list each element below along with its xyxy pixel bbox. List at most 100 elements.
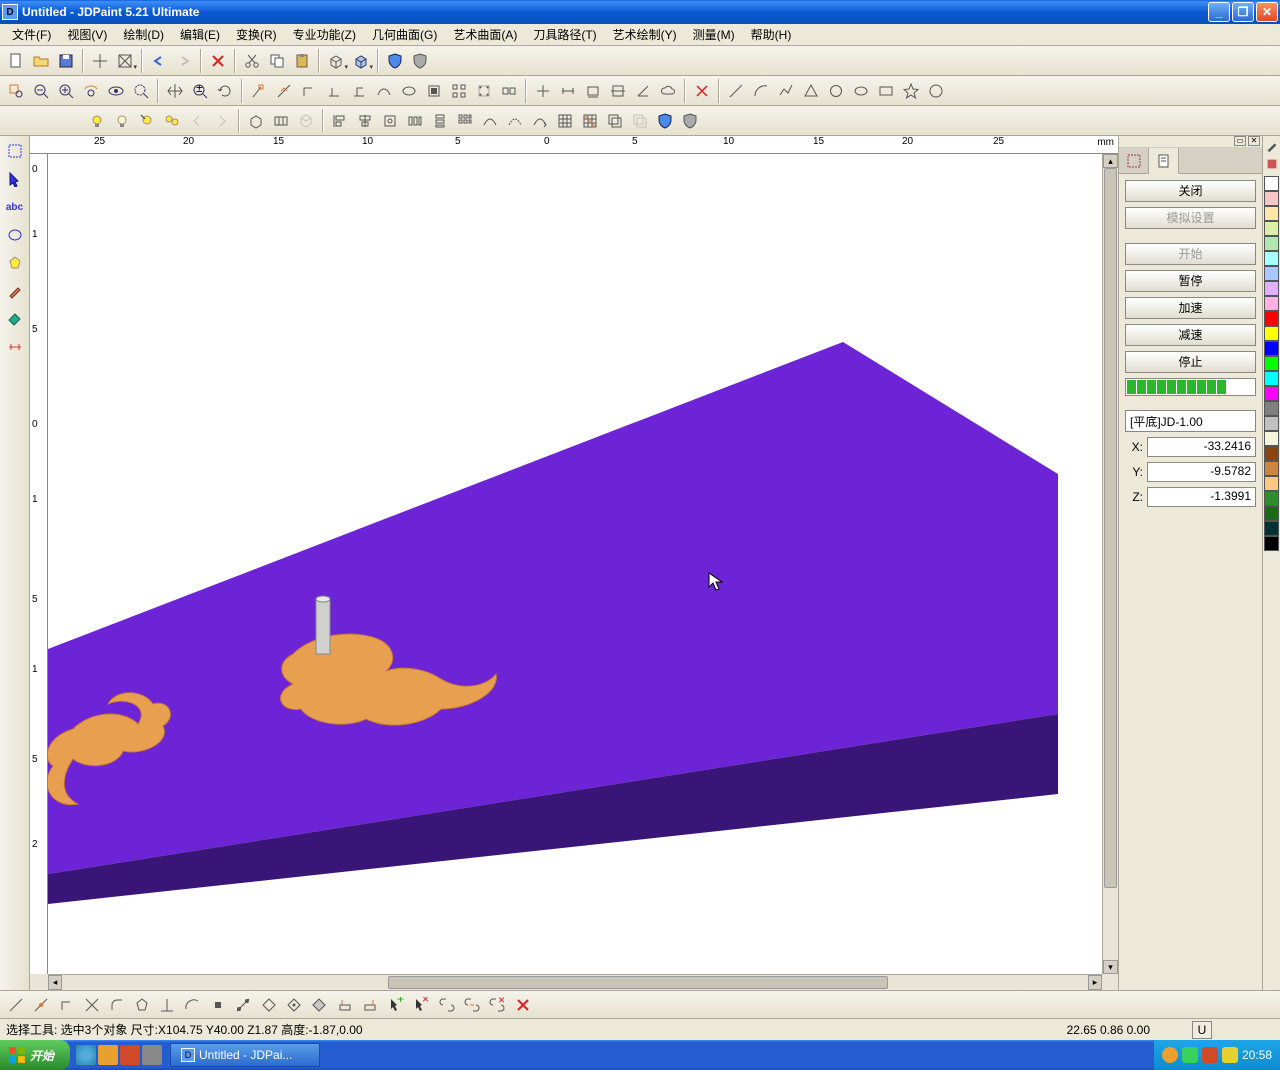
nav-right-icon[interactable] (210, 109, 234, 133)
quicklaunch-4-icon[interactable] (142, 1045, 162, 1065)
rect-icon[interactable] (874, 79, 898, 103)
pen-tool-icon[interactable] (2, 278, 28, 304)
tray-icon-3[interactable] (1202, 1047, 1218, 1063)
bulb-on-icon[interactable] (85, 109, 109, 133)
edit-line-icon[interactable] (4, 993, 28, 1017)
cloud-icon[interactable] (656, 79, 680, 103)
color-swatch-16[interactable] (1264, 416, 1279, 431)
menu-transform[interactable]: 变换(R) (228, 24, 285, 45)
tangent-icon[interactable] (180, 993, 204, 1017)
sim-stop-button[interactable]: 停止 (1125, 351, 1256, 373)
undo-icon[interactable] (147, 49, 171, 73)
grid-icon[interactable] (553, 109, 577, 133)
menu-help[interactable]: 帮助(H) (743, 24, 800, 45)
corner-icon[interactable] (55, 993, 79, 1017)
color-swatch-24[interactable] (1264, 536, 1279, 551)
new-icon[interactable] (4, 49, 28, 73)
extrude-1-icon[interactable] (333, 993, 357, 1017)
sim-start-button[interactable]: 开始 (1125, 243, 1256, 265)
close-button[interactable]: ✕ (1256, 2, 1278, 22)
nav-left-icon[interactable] (185, 109, 209, 133)
delete-icon[interactable] (206, 49, 230, 73)
menu-art-draw[interactable]: 艺术绘制(Y) (605, 24, 685, 45)
snap-near-icon[interactable] (372, 79, 396, 103)
intersect-icon[interactable] (80, 993, 104, 1017)
line-icon[interactable] (724, 79, 748, 103)
box3d-icon[interactable]: ▾ (324, 49, 348, 73)
dim-align-icon[interactable] (606, 79, 630, 103)
shield2-blue-icon[interactable] (653, 109, 677, 133)
color-swatch-5[interactable] (1264, 251, 1279, 266)
origin-icon[interactable] (88, 49, 112, 73)
quicklaunch-3-icon[interactable] (120, 1045, 140, 1065)
color-swatch-23[interactable] (1264, 521, 1279, 536)
snap-node-icon[interactable] (472, 79, 496, 103)
align-center-icon[interactable] (353, 109, 377, 133)
save-icon[interactable] (54, 49, 78, 73)
curve2-icon[interactable] (503, 109, 527, 133)
panel-close-button[interactable]: ✕ (1248, 136, 1260, 146)
sim-pause-button[interactable]: 暂停 (1125, 270, 1256, 292)
shield-grey-icon[interactable] (408, 49, 432, 73)
curve-arrow-icon[interactable] (528, 109, 552, 133)
cube-icon[interactable]: ▾ (349, 49, 373, 73)
menu-file[interactable]: 文件(F) (4, 24, 59, 45)
align-left-icon[interactable] (328, 109, 352, 133)
color-swatch-14[interactable] (1264, 386, 1279, 401)
color-swatch-11[interactable] (1264, 341, 1279, 356)
triangle-icon[interactable] (799, 79, 823, 103)
palette-tool-1[interactable] (1264, 138, 1280, 154)
system-tray[interactable]: 20:58 (1154, 1040, 1280, 1070)
snap-end-icon[interactable] (247, 79, 271, 103)
menu-pro[interactable]: 专业功能(Z) (285, 24, 364, 45)
zoom-out-icon[interactable] (29, 79, 53, 103)
menu-measure[interactable]: 测量(M) (685, 24, 743, 45)
edit-node-icon[interactable] (29, 993, 53, 1017)
color-swatch-10[interactable] (1264, 326, 1279, 341)
angle-icon[interactable] (631, 79, 655, 103)
tray-icon-2[interactable] (1182, 1047, 1198, 1063)
bounds-icon[interactable]: ▾ (113, 49, 137, 73)
view-shade-icon[interactable] (294, 109, 318, 133)
open-icon[interactable] (29, 49, 53, 73)
snap-perp-icon[interactable] (322, 79, 346, 103)
ellipse-icon[interactable] (849, 79, 873, 103)
start-button[interactable]: 开始 (0, 1040, 70, 1070)
minimize-button[interactable]: _ (1208, 2, 1230, 22)
color-swatch-3[interactable] (1264, 221, 1279, 236)
arc-icon[interactable] (749, 79, 773, 103)
eye-icon[interactable] (104, 79, 128, 103)
perp-icon[interactable] (155, 993, 179, 1017)
taskbar-task-jdpaint[interactable]: D Untitled - JDPai... (170, 1043, 320, 1067)
color-swatch-2[interactable] (1264, 206, 1279, 221)
vertical-scrollbar[interactable]: ▴ ▾ (1102, 154, 1118, 974)
color-swatch-8[interactable] (1264, 296, 1279, 311)
snap-quad-icon[interactable] (422, 79, 446, 103)
redo-icon[interactable] (172, 49, 196, 73)
poly-icon[interactable] (130, 993, 154, 1017)
color-swatch-7[interactable] (1264, 281, 1279, 296)
tray-icon-4[interactable] (1222, 1047, 1238, 1063)
cross-icon[interactable] (531, 79, 555, 103)
quicklaunch-ie-icon[interactable] (76, 1045, 96, 1065)
snap-2-icon[interactable] (231, 993, 255, 1017)
bulb-off-icon[interactable] (110, 109, 134, 133)
color-swatch-13[interactable] (1264, 371, 1279, 386)
color-swatch-12[interactable] (1264, 356, 1279, 371)
color-swatch-4[interactable] (1264, 236, 1279, 251)
bulb-multi-icon[interactable] (160, 109, 184, 133)
zoom-dynamic-icon[interactable]: ± (188, 79, 212, 103)
rotate-view-icon[interactable] (213, 79, 237, 103)
zoom-selected-icon[interactable] (79, 79, 103, 103)
panel-float-button[interactable]: ▭ (1234, 136, 1246, 146)
grid-diag-icon[interactable] (578, 109, 602, 133)
canvas-viewport[interactable] (48, 154, 1102, 974)
circle2-icon[interactable] (924, 79, 948, 103)
zoom-window-icon[interactable] (4, 79, 28, 103)
maximize-button[interactable]: ❐ (1232, 2, 1254, 22)
sim-slowdown-button[interactable]: 减速 (1125, 324, 1256, 346)
distribute-v-icon[interactable] (428, 109, 452, 133)
bulb-sel-icon[interactable] (135, 109, 159, 133)
diamond-3-icon[interactable] (307, 993, 331, 1017)
cut-icon[interactable] (240, 49, 264, 73)
